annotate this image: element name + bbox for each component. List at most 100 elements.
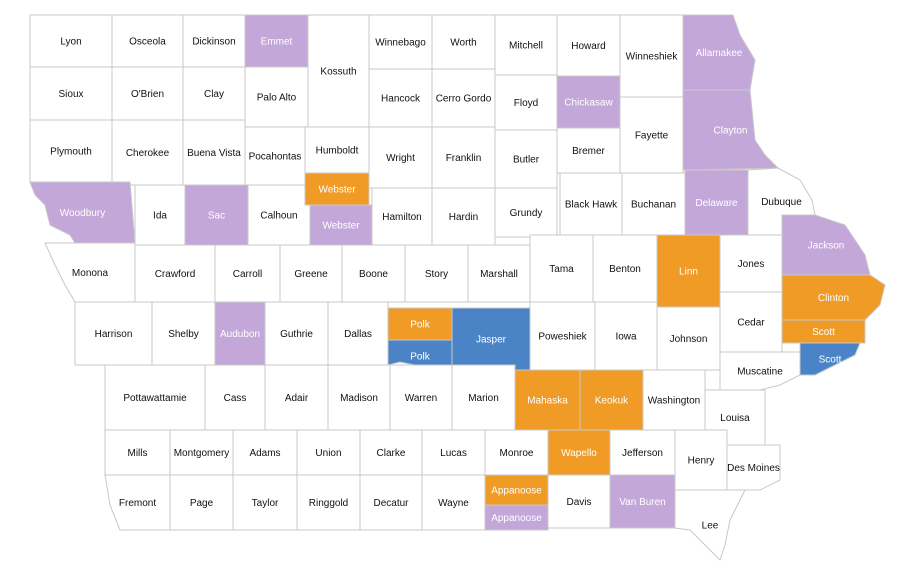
county-label: Adams	[249, 448, 280, 459]
county-label: Black Hawk	[565, 200, 618, 211]
county-label: Cedar	[737, 318, 765, 329]
county-label: Hancock	[381, 94, 421, 105]
county-label: Benton	[609, 264, 641, 275]
county-label: Dickinson	[192, 37, 235, 48]
county-label: Marshall	[480, 269, 518, 280]
county-label: Carroll	[233, 269, 262, 280]
county-label: Delaware	[695, 198, 738, 209]
county-label: Bremer	[572, 146, 605, 157]
county-label: Butler	[513, 155, 540, 166]
county-label: Davis	[566, 497, 591, 508]
county-label: Buena Vista	[187, 148, 241, 159]
county-label: Hamilton	[382, 212, 421, 223]
county-label: Allamakee	[696, 48, 743, 59]
county-label: Page	[190, 498, 214, 509]
county-label: Clinton	[818, 293, 849, 304]
county-label: Cerro Gordo	[436, 94, 492, 105]
county-label: Winneshiek	[626, 52, 679, 63]
county-label: Henry	[688, 456, 715, 467]
county-label: Fayette	[635, 131, 669, 142]
county-label: Jones	[738, 259, 765, 270]
county-label: Muscatine	[737, 367, 783, 378]
county-label: Louisa	[720, 413, 750, 424]
county-label: Guthrie	[280, 329, 313, 340]
county-label: Keokuk	[595, 396, 629, 407]
county-label: Lee	[702, 521, 719, 532]
county-label: Dallas	[344, 329, 372, 340]
county-label: Union	[315, 448, 341, 459]
county-label: Ringgold	[309, 498, 348, 509]
county-label: Decatur	[373, 498, 409, 509]
county-label: Lyon	[60, 37, 81, 48]
county-label: Polk	[410, 320, 430, 331]
county-label: Hardin	[449, 212, 478, 223]
county-label: Montgomery	[174, 448, 230, 459]
county-label: Winnebago	[375, 38, 426, 49]
county-label: Howard	[571, 41, 605, 52]
county-label: Polk	[410, 352, 430, 363]
county-label: Appanoose	[491, 513, 542, 524]
county-label: Johnson	[670, 334, 708, 345]
county-label: Franklin	[446, 153, 482, 164]
county-label: Scott	[812, 327, 835, 338]
iowa-county-map: Lyon Osceola Dickinson Emmet Kossuth Winnebag…	[29, 14, 886, 561]
county-label: Calhoun	[260, 211, 297, 222]
county-label: Buchanan	[631, 200, 676, 211]
county-label: Madison	[340, 393, 378, 404]
county-label: Shelby	[168, 329, 199, 340]
county-label: Plymouth	[50, 147, 92, 158]
county-label: Clarke	[377, 448, 406, 459]
county-label: Cass	[224, 393, 247, 404]
county-label: Iowa	[615, 332, 637, 343]
county-label: Mitchell	[509, 41, 543, 52]
county-label: Wapello	[561, 448, 597, 459]
county-label: Humboldt	[316, 146, 359, 157]
county-label: Marion	[468, 393, 499, 404]
county-label: Scott	[819, 355, 842, 366]
county-label: Appanoose	[491, 486, 542, 497]
county-label: Van Buren	[619, 497, 666, 508]
county-label: Poweshiek	[538, 332, 587, 343]
county-label: Sioux	[58, 89, 83, 100]
county-label: Adair	[285, 393, 309, 404]
county-label: Taylor	[252, 498, 279, 509]
county-label: Jackson	[808, 241, 845, 252]
county-label: Des Moines	[727, 463, 780, 474]
county-label: Ida	[153, 211, 167, 222]
county-label: Pocahontas	[249, 152, 302, 163]
county-label: Crawford	[155, 269, 196, 280]
county-label: Story	[425, 269, 448, 280]
county-label: Monroe	[500, 448, 534, 459]
county-label: O'Brien	[131, 89, 164, 100]
county-label: Pottawattamie	[123, 393, 187, 404]
county-label: Kossuth	[320, 67, 356, 78]
county-label: Wayne	[438, 498, 469, 509]
county-label: Lucas	[440, 448, 467, 459]
county-label: Boone	[359, 269, 388, 280]
county-label: Harrison	[95, 329, 133, 340]
county-label: Greene	[294, 269, 328, 280]
county-label: Audubon	[220, 329, 260, 340]
county-label: Jefferson	[622, 448, 663, 459]
county-label: Emmet	[261, 37, 293, 48]
county-label: Webster	[322, 221, 360, 232]
county-label: Webster	[318, 185, 356, 196]
county-label: Sac	[208, 211, 225, 222]
county-label: Monona	[72, 268, 109, 279]
county-label: Clayton	[714, 126, 748, 137]
county-label: Linn	[679, 267, 698, 278]
county-label: Mahaska	[527, 396, 568, 407]
county-label: Chickasaw	[564, 98, 613, 109]
county-label: Warren	[405, 393, 437, 404]
county-label: Fremont	[119, 498, 156, 509]
county-label: Wright	[386, 153, 415, 164]
county-label: Tama	[549, 264, 574, 275]
county-label: Dubuque	[761, 197, 802, 208]
county-label: Washington	[648, 396, 700, 407]
county-label: Mills	[128, 448, 148, 459]
county-label: Floyd	[514, 98, 538, 109]
county-label: Osceola	[129, 37, 166, 48]
county-label: Cherokee	[126, 148, 170, 159]
county-label: Worth	[450, 38, 477, 49]
county-label: Woodbury	[60, 208, 105, 219]
